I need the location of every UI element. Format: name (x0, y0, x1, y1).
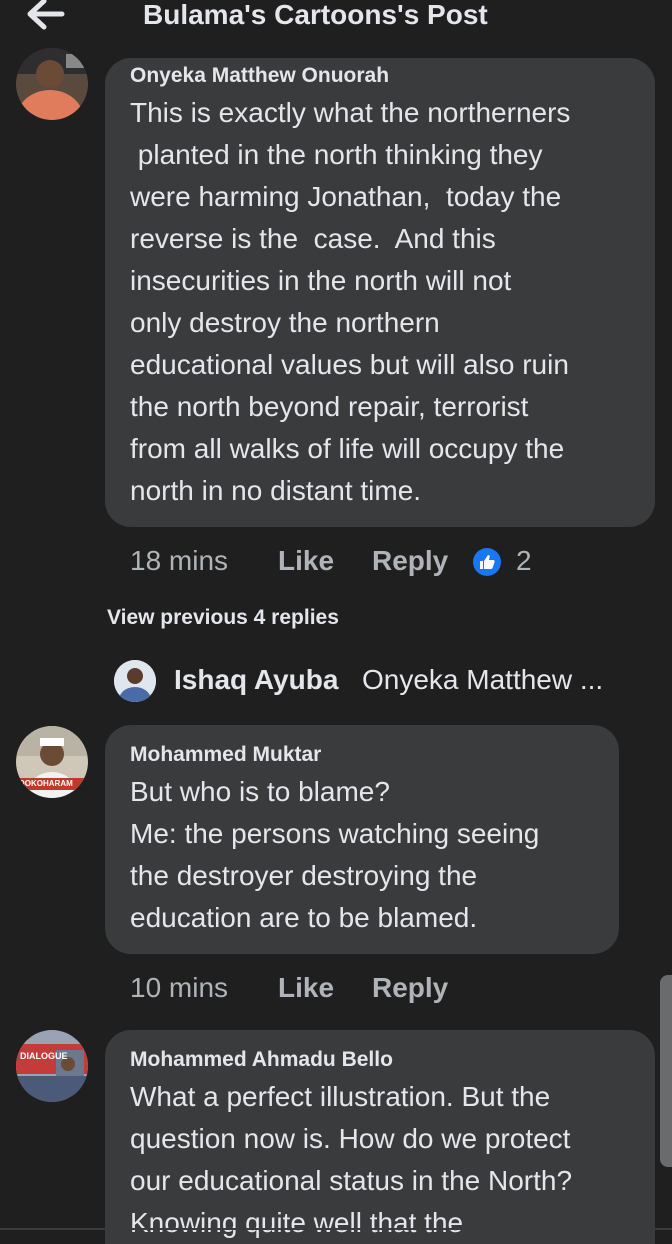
comment-text-line: were harming Jonathan, today the (130, 181, 562, 212)
page-title: Bulama's Cartoons's Post (143, 0, 488, 30)
comment-author[interactable]: Onyeka Matthew Onuorah (130, 64, 389, 88)
avatar[interactable]: DOKOHARAM (16, 726, 88, 798)
avatar (114, 660, 156, 702)
reactions[interactable]: 2 (472, 545, 542, 577)
comment-text-line: only destroy the northern (130, 307, 440, 338)
back-button[interactable] (22, 0, 68, 32)
comment-text-line: insecurities in the north will not (130, 265, 512, 296)
bottom-divider (0, 1228, 672, 1230)
thumbs-up-icon (473, 548, 501, 576)
comment-text-line: education are to be blamed. (130, 902, 478, 933)
scrollbar-handle[interactable] (660, 975, 672, 1167)
comment-timestamp: 10 mins (130, 972, 229, 1003)
like-button[interactable]: Like (278, 545, 334, 577)
comment-text-line: north in no distant time. (130, 475, 422, 506)
reaction-count: 2 (516, 545, 532, 576)
reply-button[interactable]: Reply (372, 545, 448, 577)
comment-text-line: reverse is the case. And this (130, 223, 496, 254)
comment-text-line: from all walks of life will occupy the (130, 433, 565, 464)
header-bar: Bulama's Cartoons's Post (0, 0, 672, 34)
comment-text-line: question now is. How do we protect (130, 1123, 571, 1154)
reply-button[interactable]: Reply (372, 972, 448, 1004)
comment-text-line: What a perfect illustration. But the (130, 1081, 551, 1112)
comment-text-line: planted in the north thinking they (130, 139, 543, 170)
comment-text-line: But who is to blame? (130, 776, 390, 807)
comment-text-line: Me: the persons watching seeing (130, 818, 540, 849)
avatar-caption: DOKOHARAM (19, 779, 73, 788)
comment-timestamp: 18 mins (130, 545, 229, 576)
like-button[interactable]: Like (278, 972, 334, 1004)
comment-text-line: the north beyond repair, terrorist (130, 391, 529, 422)
comment-text-line: educational values but will also ruin (130, 349, 569, 380)
comment-text-line: This is exactly what the northerners (130, 97, 571, 128)
arrow-left-icon (27, 0, 65, 30)
reply-author: Ishaq Ayuba (174, 664, 339, 695)
avatar-caption: DIALOGUE (20, 1051, 68, 1061)
comment-author[interactable]: Mohammed Ahmadu Bello (130, 1048, 393, 1072)
comment-text-line: the destroyer destroying the (130, 860, 478, 891)
avatar[interactable]: DIALOGUE (16, 1030, 88, 1102)
comment-text-line: our educational status in the North? (130, 1165, 573, 1196)
comment-text-line: Knowing quite well that the (130, 1207, 464, 1238)
comment-author[interactable]: Mohammed Muktar (130, 743, 321, 767)
view-previous-replies[interactable]: View previous 4 replies (107, 606, 339, 630)
avatar[interactable] (16, 48, 88, 120)
reply-snippet: Onyeka Matthew ... (362, 664, 604, 695)
